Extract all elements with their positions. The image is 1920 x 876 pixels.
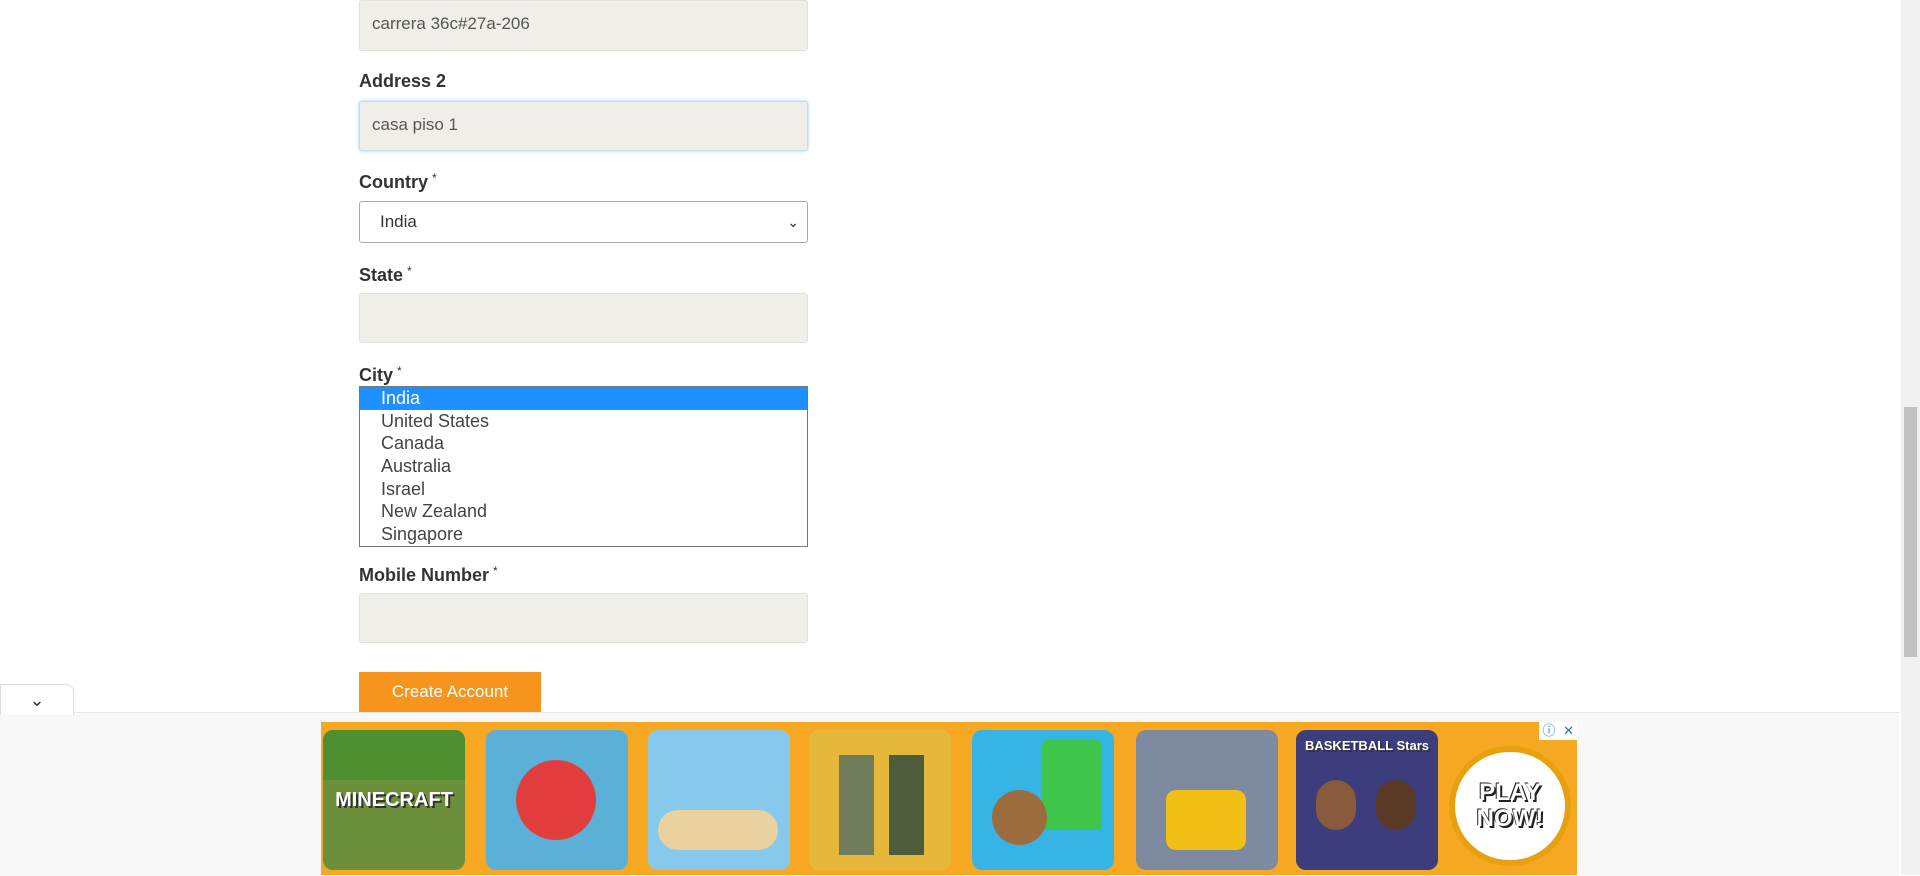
- dropdown-option[interactable]: United States: [360, 410, 807, 433]
- address2-label: Address 2: [359, 71, 447, 91]
- page-scrollbar[interactable]: [1901, 0, 1920, 875]
- state-label-text: State: [359, 265, 404, 285]
- ad-play-now-label: PLAY NOW!: [1476, 779, 1544, 832]
- scrollbar-thumb[interactable]: [1904, 407, 1917, 657]
- country-label-text: Country: [359, 172, 428, 192]
- chevron-down-icon: ⌄: [787, 214, 799, 230]
- country-select[interactable]: India ⌄: [359, 201, 808, 243]
- country-select-value: India: [380, 212, 417, 231]
- chevron-down-icon: ⌄: [29, 690, 45, 710]
- ad-tile-soldiers[interactable]: [809, 730, 951, 870]
- ad-play-now-button[interactable]: PLAY NOW!: [1449, 746, 1571, 866]
- city-label-text: City: [359, 365, 394, 385]
- ad-tile-basketball[interactable]: BASKETBALL Stars: [1296, 730, 1438, 870]
- country-label: Country *: [359, 171, 437, 193]
- dropdown-option[interactable]: India: [360, 387, 807, 410]
- ad-tile-monkey[interactable]: [972, 730, 1114, 870]
- dropdown-option[interactable]: Canada: [360, 432, 807, 455]
- dropdown-option[interactable]: New Zealand: [360, 500, 807, 523]
- country-dropdown-list[interactable]: India United States Canada Australia Isr…: [359, 386, 808, 547]
- mobile-label: Mobile Number *: [359, 564, 498, 586]
- city-label: City *: [359, 364, 402, 386]
- required-mark: *: [432, 171, 437, 185]
- ad-tile-caption: MINECRAFT: [335, 789, 453, 811]
- ad-controls: ⓘ ✕: [1539, 722, 1577, 740]
- state-label: State *: [359, 264, 412, 286]
- dropdown-option[interactable]: Australia: [360, 455, 807, 478]
- ad-banner[interactable]: MINECRAFT BASKETBALL Stars PLAY NOW! ⓘ ✕: [321, 722, 1577, 875]
- ad-tile-minecraft[interactable]: MINECRAFT: [323, 730, 465, 870]
- required-mark: *: [407, 264, 412, 278]
- collapse-ad-button[interactable]: ⌄: [0, 684, 74, 715]
- dropdown-option[interactable]: Israel: [360, 478, 807, 501]
- mobile-label-text: Mobile Number: [359, 565, 490, 585]
- info-icon[interactable]: ⓘ: [1542, 723, 1555, 738]
- required-mark: *: [493, 564, 498, 578]
- address1-input[interactable]: carrera 36c#27a-206: [359, 0, 808, 51]
- ad-tile-subway[interactable]: [486, 730, 628, 870]
- address2-input[interactable]: casa piso 1: [359, 101, 808, 151]
- create-account-button[interactable]: Create Account: [359, 672, 541, 712]
- required-mark: *: [397, 364, 402, 378]
- ad-tile-moto[interactable]: [648, 730, 790, 870]
- mobile-input[interactable]: [359, 593, 808, 643]
- close-icon[interactable]: ✕: [1563, 723, 1574, 738]
- dropdown-option[interactable]: Singapore: [360, 523, 807, 546]
- ad-tile-racing[interactable]: [1136, 730, 1278, 870]
- state-input[interactable]: [359, 293, 808, 343]
- ad-tile-caption: BASKETBALL Stars: [1304, 738, 1429, 753]
